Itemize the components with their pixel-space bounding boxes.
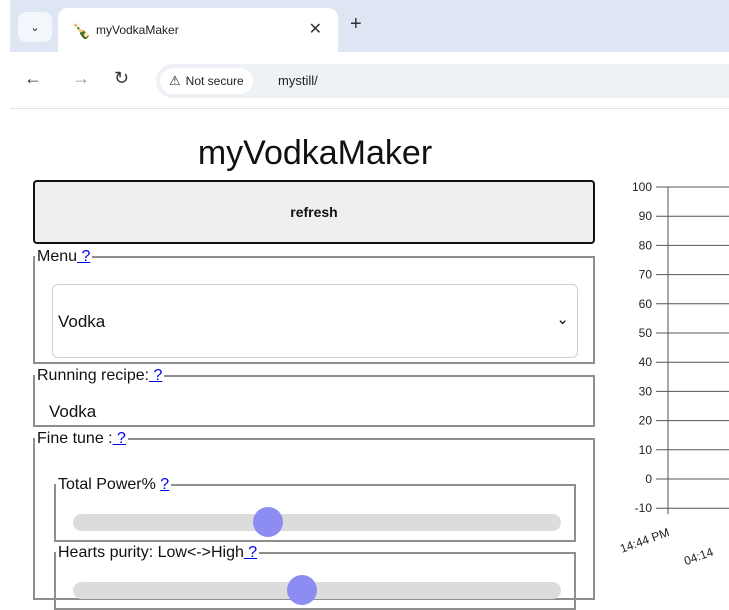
hearts-purity-legend-text: Hearts purity: Low<->High [58, 544, 244, 561]
menu-select[interactable]: Vodka ⌄ [52, 284, 578, 358]
y-tick-label: 20 [639, 414, 653, 428]
url-text[interactable]: mystill/ [278, 73, 318, 88]
back-arrow-icon[interactable]: ← [24, 68, 42, 89]
total-power-slider-thumb[interactable] [253, 507, 284, 537]
fine-tune-fieldset: Fine tune : ? Total Power% ? Hearts puri… [33, 430, 595, 610]
refresh-button[interactable]: refresh [33, 180, 595, 244]
y-tick-label: 50 [639, 326, 653, 340]
y-tick-label: 100 [632, 180, 652, 194]
browser-toolbar: ← → ↻ ⚠ Not secure mystill/ [10, 52, 729, 109]
hearts-purity-help-link[interactable]: ? [244, 544, 257, 561]
y-tick-label: 0 [645, 472, 652, 486]
fine-tune-legend: Fine tune : ? [35, 430, 128, 448]
running-recipe-legend-text: Running recipe: [37, 367, 150, 384]
chevron-down-icon: ⌄ [556, 311, 569, 328]
hearts-purity-slider-thumb[interactable] [287, 575, 318, 605]
total-power-slider[interactable] [73, 507, 561, 537]
menu-fieldset: Menu ? Vodka ⌄ [33, 248, 595, 364]
total-power-help-link[interactable]: ? [160, 476, 169, 493]
menu-legend: Menu ? [35, 248, 92, 266]
browser-tab[interactable]: 🍾 myVodkaMaker ✕ [58, 8, 338, 52]
running-recipe-help-link[interactable]: ? [149, 367, 163, 384]
running-recipe-fieldset: Running recipe: ? Vodka [33, 367, 595, 427]
close-icon[interactable]: ✕ [309, 19, 322, 39]
y-tick-label: 40 [639, 355, 653, 369]
menu-legend-text: Menu [37, 248, 78, 265]
tab-title: myVodkaMaker [96, 23, 179, 37]
menu-selected-value: Vodka [58, 312, 106, 331]
y-tick-label: 80 [639, 238, 653, 252]
y-tick-label: 60 [639, 297, 653, 311]
temperature-chart: 1009080706050403020100-1014:44 PM04:14 [618, 180, 729, 569]
fine-tune-help-link[interactable]: ? [113, 430, 126, 447]
total-power-legend-text: Total Power% [58, 476, 161, 493]
chevron-down-icon: ⌄ [30, 21, 40, 34]
security-chip[interactable]: ⚠ Not secure [160, 68, 253, 94]
hearts-purity-fieldset: Hearts purity: Low<->High ? [54, 544, 576, 610]
reload-icon[interactable]: ↻ [114, 68, 129, 89]
fine-tune-legend-text: Fine tune : [37, 430, 113, 447]
y-tick-label: 10 [639, 443, 653, 457]
plus-icon[interactable]: + [350, 13, 362, 36]
y-tick-label: 30 [639, 384, 653, 398]
total-power-fieldset: Total Power% ? [54, 476, 576, 542]
y-tick-label: 70 [639, 268, 653, 282]
x-tick-label: 14:44 PM [618, 525, 671, 556]
hearts-purity-slider[interactable] [73, 575, 561, 605]
x-tick-label: 04:14 [682, 545, 715, 569]
running-recipe-value: Vodka [49, 402, 97, 421]
address-bar[interactable]: ⚠ Not secure mystill/ [156, 64, 729, 98]
total-power-legend: Total Power% ? [56, 476, 171, 494]
tab-search-button[interactable]: ⌄ [18, 12, 52, 42]
browser-tab-bar: ⌄ 🍾 myVodkaMaker ✕ + [10, 0, 729, 52]
page-title: myVodkaMaker [197, 134, 433, 172]
security-label: Not secure [185, 74, 244, 88]
bottle-icon: 🍾 [72, 23, 91, 40]
running-recipe-legend: Running recipe: ? [35, 367, 164, 385]
forward-arrow-icon[interactable]: → [72, 68, 90, 89]
menu-help-link[interactable]: ? [77, 248, 90, 265]
y-tick-label: 90 [639, 209, 653, 223]
warning-icon: ⚠ [169, 73, 181, 88]
y-tick-label: -10 [635, 501, 653, 515]
hearts-purity-legend: Hearts purity: Low<->High ? [56, 544, 259, 562]
